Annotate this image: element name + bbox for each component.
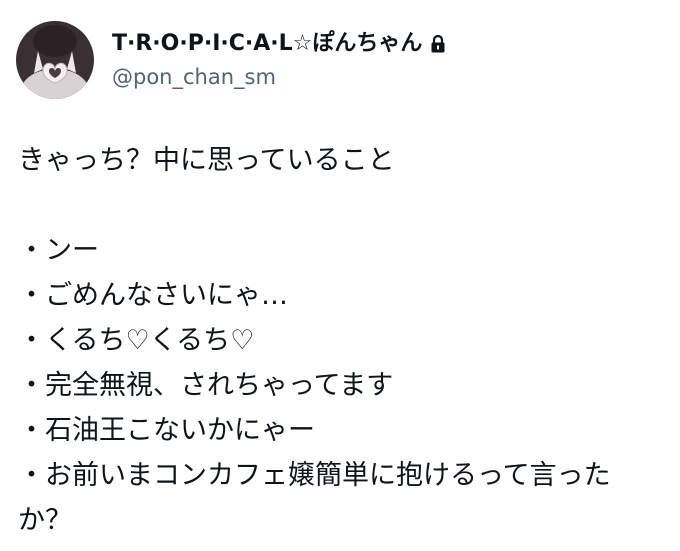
tweet-title-line: きゃっち？中に思っていること <box>18 145 395 176</box>
list-item: ・石油王こないかにゃー <box>18 415 315 446</box>
user-meta: T·R·O·P·I·C·A·L☆ぽんちゃん @pon_chan_sm <box>112 30 446 90</box>
list-item: ・ンー <box>18 235 99 266</box>
tweet-header: T·R·O·P·I·C·A·L☆ぽんちゃん @pon_chan_sm <box>16 18 446 102</box>
display-name-row[interactable]: T·R·O·P·I·C·A·L☆ぽんちゃん <box>112 30 446 58</box>
list-item: ・お前いまコンカフェ嬢簡単に抱けるって言ったか？ <box>18 460 611 536</box>
list-item: ・くるち♡くるち♡ <box>18 325 255 356</box>
user-handle[interactable]: @pon_chan_sm <box>112 64 446 90</box>
lock-icon <box>430 34 446 54</box>
list-item: ・ごめんなさいにゃ… <box>18 280 288 311</box>
avatar-image <box>16 21 94 99</box>
display-name[interactable]: T·R·O·P·I·C·A·L☆ぽんちゃん <box>112 30 422 58</box>
tweet-text: きゃっち？中に思っていること ・ンー ・ごめんなさいにゃ… ・くるち♡くるち♡ … <box>18 138 668 543</box>
avatar[interactable] <box>16 21 94 99</box>
list-item: ・完全無視、されちゃってます <box>18 370 394 401</box>
